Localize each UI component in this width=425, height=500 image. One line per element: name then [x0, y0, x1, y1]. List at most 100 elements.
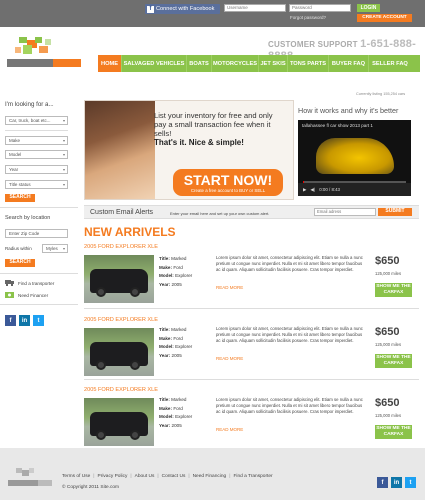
hero-text: List your inventory for free and only pa… — [154, 111, 284, 147]
need-financer-label: Need Financer — [18, 292, 49, 298]
username-field[interactable]: Username — [224, 4, 286, 12]
spec-make-label: Make: — [159, 264, 173, 270]
listing-title[interactable]: 2005 FORD EXPLORER XLE — [84, 317, 158, 323]
alerts-submit-button[interactable]: SUBMIT — [378, 208, 412, 216]
chevron-down-icon: ▾ — [62, 152, 65, 157]
spec-model-label: Model: — [159, 344, 174, 350]
spec-make-label: Make: — [159, 405, 173, 411]
facebook-icon[interactable]: f — [5, 315, 16, 326]
login-button[interactable]: LOGIN — [357, 4, 380, 12]
nav-salvaged-vehicles[interactable]: SALVAGED VEHICLES — [122, 55, 187, 72]
site-logo[interactable] — [5, 35, 83, 73]
chevron-down-icon: ▾ — [62, 118, 65, 123]
make-select[interactable]: Make ▾ — [5, 136, 68, 145]
footer-link-contact[interactable]: Contact Us — [162, 474, 186, 479]
facebook-icon[interactable]: f — [377, 477, 388, 488]
nav-boats[interactable]: BOATS — [187, 55, 212, 72]
nav-seller-faq[interactable]: SELLER FAQ — [369, 55, 411, 72]
listing-price: $650 — [375, 255, 400, 267]
footer-link-separator: | — [93, 474, 95, 479]
model-select[interactable]: Model ▾ — [5, 150, 68, 159]
find-transporter-link[interactable]: Find a transporter — [5, 280, 54, 286]
listing-photo[interactable] — [84, 255, 154, 303]
model-select-value: Model — [9, 152, 22, 157]
footer-link-about[interactable]: About Us — [135, 474, 155, 479]
nav-buyer-faq[interactable]: BUYER FAQ — [329, 55, 369, 72]
spec-model-value: Explorer — [175, 414, 193, 420]
footer-link-separator: | — [188, 474, 190, 479]
divider — [0, 207, 78, 208]
listing-specs: Title: Marked Make: Ford Model: Explorer… — [159, 326, 192, 360]
footer-links: Terms of Use | Privacy Policy | About Us | … — [62, 474, 273, 479]
spec-year-label: Year: — [159, 352, 171, 358]
divider — [0, 304, 78, 305]
footer-link-terms[interactable]: Terms of Use — [62, 474, 90, 479]
twitter-icon[interactable]: t — [405, 477, 416, 488]
spec-model-value: Explorer — [175, 273, 193, 279]
hero-line2: That's it. Nice & simple! — [154, 138, 244, 147]
listing-title[interactable]: 2005 FORD EXPLORER XLE — [84, 387, 158, 393]
footer-link-separator: | — [229, 474, 231, 479]
alerts-description: Enter your email here and set up your ow… — [170, 211, 270, 216]
location-search-button[interactable]: SEARCH — [5, 259, 35, 267]
forgot-password-link[interactable]: Forgot password? — [290, 15, 326, 20]
how-it-works-title: How it works and why it's better — [298, 106, 399, 115]
read-more-link[interactable]: READ MORE — [216, 356, 243, 361]
make-select-value: Make — [9, 138, 21, 143]
password-field[interactable]: Password — [289, 4, 351, 12]
video-player[interactable]: tallahassee fl car show 2013 part 1 ▶ ◀)… — [298, 120, 411, 196]
sidebar-search-button[interactable]: SEARCH — [5, 194, 35, 202]
carfax-button[interactable]: SHOW ME THE CARFAX — [375, 283, 412, 297]
chevron-down-icon: ▾ — [62, 167, 65, 172]
facebook-icon: f — [147, 5, 154, 13]
play-icon[interactable]: ▶ — [303, 187, 306, 193]
spec-model-value: Explorer — [175, 344, 193, 350]
listing-photo[interactable] — [84, 328, 154, 376]
listing-miles: 125,000 miles — [375, 271, 402, 276]
hero-photo — [85, 101, 155, 199]
listing-title[interactable]: 2005 FORD EXPLORER XLE — [84, 244, 158, 250]
read-more-link[interactable]: READ MORE — [216, 285, 243, 290]
vehicle-type-select[interactable]: Car, truck, boat etc... ▾ — [5, 116, 68, 125]
hero-banner: List your inventory for free and only pa… — [84, 100, 294, 200]
listing-price: $650 — [375, 397, 400, 409]
linkedin-icon[interactable]: in — [19, 315, 30, 326]
carfax-button[interactable]: SHOW ME THE CARFAX — [375, 425, 412, 439]
truck-icon — [5, 280, 14, 286]
title-status-select[interactable]: Title status ▾ — [5, 180, 68, 189]
footer-link-transporter[interactable]: Find a Transporter — [233, 474, 272, 479]
year-select-value: Year — [9, 167, 19, 172]
need-financer-link[interactable]: Need Financer — [5, 292, 48, 298]
zip-code-input[interactable]: Enter Zip Code — [5, 229, 68, 238]
spec-title-label: Title: — [159, 397, 170, 402]
sidebar-title: I'm looking for a... — [5, 101, 54, 108]
chevron-down-icon: ▾ — [62, 138, 65, 143]
linkedin-icon[interactable]: in — [391, 477, 402, 488]
twitter-icon[interactable]: t — [33, 315, 44, 326]
carfax-button[interactable]: SHOW ME THE CARFAX — [375, 354, 412, 368]
alerts-email-input[interactable]: Email adress — [314, 208, 376, 216]
hero-line1: List your inventory for free and only pa… — [154, 111, 273, 138]
divider — [5, 130, 68, 131]
spec-year-value: 2005 — [171, 352, 182, 358]
listing-miles: 125,000 miles — [375, 342, 402, 347]
listing-photo[interactable] — [84, 398, 154, 446]
volume-icon[interactable]: ◀) — [310, 187, 315, 193]
read-more-link[interactable]: READ MORE — [216, 427, 243, 432]
create-account-button[interactable]: CREATE ACCOUNT — [357, 14, 412, 22]
spec-year-value: 2005 — [171, 422, 182, 428]
radius-select[interactable]: Myles ▾ — [42, 244, 68, 253]
footer-link-privacy[interactable]: Privacy Policy — [98, 474, 128, 479]
start-now-button[interactable]: START NOW! Create a free account to BUY … — [173, 169, 283, 196]
facebook-connect-button[interactable]: f Connect with Facebook — [145, 4, 220, 14]
footer-link-financing[interactable]: Need Financing — [193, 474, 227, 479]
nav-tons-parts[interactable]: TONS PARTS — [288, 55, 329, 72]
year-select[interactable]: Year ▾ — [5, 165, 68, 174]
vehicle-type-value: Car, truck, boat etc... — [9, 118, 51, 123]
nav-motorcycles[interactable]: MOTORCYCLES — [212, 55, 259, 72]
footer-logo[interactable] — [6, 466, 54, 490]
nav-home[interactable]: HOME — [98, 55, 122, 72]
nav-jet-skis[interactable]: JET SKIS — [259, 55, 288, 72]
listing-count: Currently listing 155,254 cars — [356, 92, 406, 96]
spec-year-label: Year: — [159, 422, 171, 428]
